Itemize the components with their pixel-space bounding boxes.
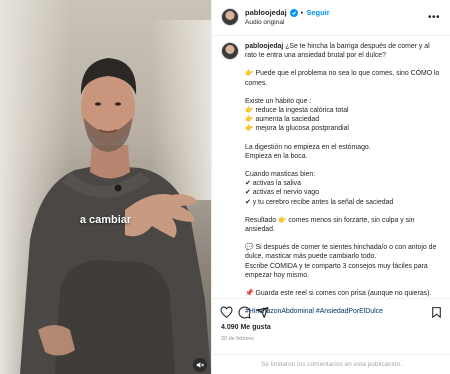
header-user-row: pabloojedaj • Seguir bbox=[245, 8, 330, 17]
caption-block-0: pabloojedaj ¿Se te hincha la barriga des… bbox=[245, 42, 442, 60]
caption-line: Cuando masticas bien: bbox=[245, 171, 316, 179]
caption-line: 👉 reduce la ingesta calórica total bbox=[245, 107, 349, 115]
post-date[interactable]: 20 de febrero bbox=[221, 336, 254, 342]
reel-video[interactable]: a cambiar bbox=[0, 0, 211, 374]
caption-line: empezar hoy mismo. bbox=[245, 271, 309, 279]
action-bar bbox=[212, 298, 450, 322]
header-separator: • bbox=[300, 8, 304, 17]
caption-block-3: La digestión no empieza en el estómago. … bbox=[245, 143, 442, 161]
share-icon[interactable] bbox=[256, 306, 269, 319]
caption-username[interactable]: pabloojedaj bbox=[245, 43, 283, 50]
caption-block-7: 📌 Guarda este reel si comes con prisa (a… bbox=[245, 289, 442, 298]
mute-button[interactable] bbox=[193, 358, 207, 372]
post-header: pabloojedaj • Seguir Audio original ••• bbox=[212, 0, 450, 36]
avatar[interactable] bbox=[221, 8, 239, 26]
caption-line: rato te entra una ansiedad brutal por el… bbox=[245, 52, 386, 60]
comments-limited-notice: Se limitaron los comentarios en esta pub… bbox=[212, 354, 450, 374]
caption-line: La digestión no empieza en el estómago. bbox=[245, 143, 371, 151]
caption-line: ansiedad. bbox=[245, 226, 275, 234]
post-caption: pabloojedaj ¿Se te hincha la barriga des… bbox=[212, 36, 450, 315]
caption-line: Resultado 👉 comes menos sin forzarte, si… bbox=[245, 216, 415, 224]
caption-line: Escribe COMIDA y te comparto 3 consejos … bbox=[245, 262, 428, 270]
caption-block-5: Resultado 👉 comes menos sin forzarte, si… bbox=[245, 216, 442, 234]
caption-block-4: Cuando masticas bien: ✔ activas la saliv… bbox=[245, 170, 442, 207]
bookmark-icon[interactable] bbox=[430, 306, 443, 319]
caption-line: 👉 Puede que el problema no sea lo que co… bbox=[245, 70, 440, 78]
avatar[interactable] bbox=[221, 42, 239, 60]
caption-block-6: 💬 Si después de comer te sientes hinchad… bbox=[245, 243, 442, 280]
caption-first-line: ¿Se te hincha la barriga después de come… bbox=[285, 43, 430, 50]
more-label: ••• bbox=[427, 12, 440, 23]
caption-line: 👉 mejora la glucosa postprandial bbox=[245, 125, 349, 133]
caption-line: 💬 Si después de comer te sientes hinchad… bbox=[245, 244, 437, 252]
heart-icon[interactable] bbox=[220, 306, 233, 319]
video-person bbox=[20, 58, 211, 374]
caption-block-2: Existe un hábito que : 👉 reduce la inges… bbox=[245, 97, 442, 134]
mute-icon bbox=[196, 362, 204, 368]
caption-line: comes. bbox=[245, 79, 268, 87]
audio-label[interactable]: Audio original bbox=[245, 19, 284, 26]
caption-line: ✔ y tu cerebro recibe antes la señal de … bbox=[245, 198, 394, 206]
caption-line: Empieza en la boca. bbox=[245, 152, 308, 160]
caption-line: ✔ activas la saliva bbox=[245, 180, 301, 188]
header-username[interactable]: pabloojedaj bbox=[245, 8, 287, 17]
follow-button[interactable]: Seguir bbox=[306, 8, 329, 17]
video-caption: a cambiar bbox=[79, 214, 132, 226]
likes-count[interactable]: 4.090 Me gusta bbox=[221, 324, 271, 331]
post-panel: pabloojedaj • Seguir Audio original ••• … bbox=[211, 0, 450, 374]
more-icon[interactable]: ••• bbox=[428, 12, 440, 23]
caption-line: ✔ activas el nervio vago bbox=[245, 189, 319, 197]
caption-line: 👉 aumenta la saciedad bbox=[245, 116, 320, 124]
verified-icon bbox=[289, 8, 298, 17]
caption-block-1: 👉 Puede que el problema no sea lo que co… bbox=[245, 69, 442, 87]
caption-line: dulce, masticar más puede cambiarlo todo… bbox=[245, 253, 377, 261]
caption-line: 📌 Guarda este reel si comes con prisa (a… bbox=[245, 290, 432, 298]
comment-icon[interactable] bbox=[238, 306, 251, 319]
caption-line: Existe un hábito que : bbox=[245, 97, 312, 105]
